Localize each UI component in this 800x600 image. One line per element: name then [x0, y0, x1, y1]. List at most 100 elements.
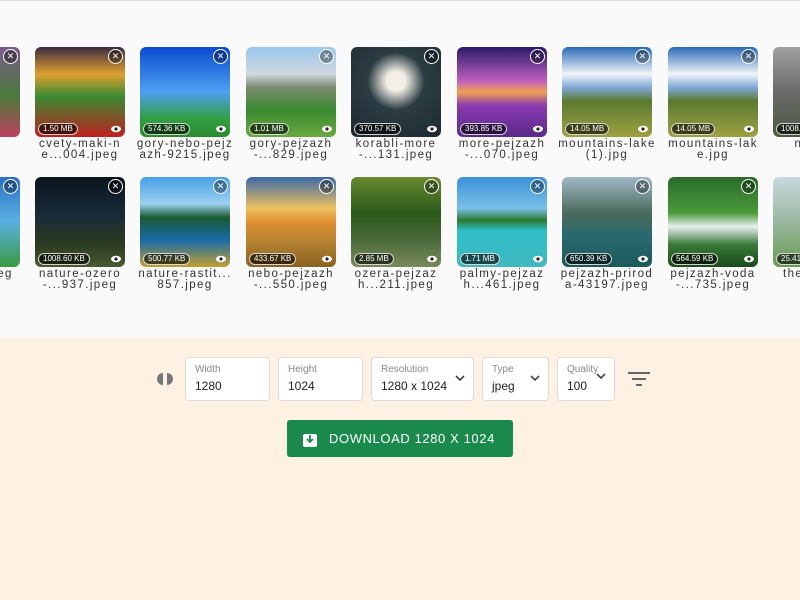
resolution-label: Resolution [381, 364, 429, 375]
image-thumbnail[interactable]: ✕ 500.77 KB [140, 177, 230, 267]
image-thumbnail[interactable]: ✕ 1008.60 KB [35, 177, 125, 267]
image-filename: pejzazh-voda-...735.jpeg [670, 268, 756, 291]
file-size-badge: 370.57 KB [354, 123, 402, 135]
file-size-badge: 433.67 KB [249, 253, 297, 265]
remove-image-icon[interactable]: ✕ [530, 49, 545, 64]
remove-image-icon[interactable]: ✕ [108, 179, 123, 194]
file-size-badge: 2.85 MB [354, 253, 394, 265]
width-input[interactable]: 1280 [195, 379, 222, 393]
height-field[interactable]: Height 1024 [278, 357, 363, 401]
preview-eye-icon[interactable] [427, 254, 437, 264]
image-thumbnail[interactable]: ✕ 650.39 KB [562, 177, 652, 267]
width-label: Width [195, 364, 221, 375]
filter-icon[interactable] [628, 371, 650, 387]
type-select[interactable]: Type jpeg [482, 357, 549, 401]
download-label: DOWNLOAD 1280 X 1024 [329, 431, 495, 446]
image-thumbnail[interactable]: ✕ [0, 47, 20, 137]
file-size-badge: 564.59 KB [671, 253, 719, 265]
image-thumbnail[interactable]: ✕ 14.05 MB [668, 47, 758, 137]
image-thumbnail[interactable]: ✕ 433.67 KB [246, 177, 336, 267]
compare-icon[interactable] [154, 373, 176, 385]
image-thumbnail[interactable]: ✕ 574.36 KB [140, 47, 230, 137]
resolution-select[interactable]: Resolution 1280 x 1024 [371, 357, 474, 401]
download-button[interactable]: DOWNLOAD 1280 X 1024 [287, 420, 513, 457]
preview-eye-icon[interactable] [322, 124, 332, 134]
image-thumbnail[interactable]: ✕ 370.57 KB [351, 47, 441, 137]
file-size-badge: 1008.60 KB [38, 253, 90, 265]
image-thumbnail[interactable]: ✕ 14.05 MB [562, 47, 652, 137]
image-filename: nebo-pejzazh-...550.jpeg [248, 268, 334, 291]
preview-eye-icon[interactable] [533, 254, 543, 264]
image-thumbnail[interactable]: ✕1008. [773, 47, 800, 137]
image-filename: nature-ozero-...937.jpeg [38, 268, 121, 291]
remove-image-icon[interactable]: ✕ [108, 49, 123, 64]
image-filename: nature-rastit...857.jpeg [138, 268, 232, 291]
type-value: jpeg [492, 379, 515, 393]
remove-image-icon[interactable]: ✕ [635, 49, 650, 64]
type-label: Type [492, 364, 514, 375]
image-filename: natu-... [769, 138, 800, 150]
remove-image-icon[interactable]: ✕ [3, 49, 18, 64]
preview-eye-icon[interactable] [111, 254, 121, 264]
download-icon [303, 433, 317, 447]
preview-eye-icon[interactable] [216, 124, 226, 134]
image-filename: gory-nebo-pejzazh-9215.jpeg [136, 138, 234, 161]
remove-image-icon[interactable]: ✕ [3, 179, 18, 194]
image-filename: pejzazh-priroda-43197.jpeg [560, 268, 654, 291]
image-thumbnail[interactable]: ✕ [0, 177, 20, 267]
quality-value: 100 [567, 379, 588, 393]
preview-eye-icon[interactable] [638, 124, 648, 134]
image-filename: palmy-pejzazh...461.jpeg [459, 268, 545, 291]
image-thumbnail[interactable]: ✕ 2.85 MB [351, 177, 441, 267]
chevron-down-icon [596, 373, 606, 380]
image-thumbnail[interactable]: ✕25.41 [773, 177, 800, 267]
preview-eye-icon[interactable] [322, 254, 332, 264]
preview-eye-icon[interactable] [533, 124, 543, 134]
image-filename: ori o-...jpeg [0, 268, 13, 280]
remove-image-icon[interactable]: ✕ [213, 49, 228, 64]
remove-image-icon[interactable]: ✕ [741, 49, 756, 64]
image-thumbnail[interactable]: ✕ 564.59 KB [668, 177, 758, 267]
width-field[interactable]: Width 1280 [185, 357, 270, 401]
image-thumbnail[interactable]: ✕ 1.01 MB [246, 47, 336, 137]
file-size-badge: 1.71 MB [460, 253, 500, 265]
image-filename: mountains-lake (1).jpg [558, 138, 656, 161]
preview-eye-icon[interactable] [216, 254, 226, 264]
quality-select[interactable]: Quality 100 [557, 357, 615, 401]
image-thumbnail[interactable]: ✕ 393.85 KB [457, 47, 547, 137]
file-size-badge: 500.77 KB [143, 253, 191, 265]
file-size-badge: 650.39 KB [565, 253, 613, 265]
remove-image-icon[interactable]: ✕ [319, 49, 334, 64]
image-filename: more-pejzazh-...070.jpeg [458, 138, 546, 161]
file-size-badge: 14.05 MB [671, 123, 716, 135]
image-filename: korabli-more-...131.jpeg [355, 138, 437, 161]
image-filename: gory-pejzazh-...829.jpeg [249, 138, 333, 161]
chevron-down-icon [530, 375, 540, 382]
file-size-badge: 1008. [776, 123, 800, 135]
preview-eye-icon[interactable] [744, 254, 754, 264]
preview-eye-icon[interactable] [111, 124, 121, 134]
remove-image-icon[interactable]: ✕ [635, 179, 650, 194]
height-input[interactable]: 1024 [288, 379, 315, 393]
chevron-down-icon [455, 375, 465, 382]
remove-image-icon[interactable]: ✕ [530, 179, 545, 194]
file-size-badge: 393.85 KB [460, 123, 508, 135]
height-label: Height [288, 364, 317, 375]
file-size-badge: 1.01 MB [249, 123, 289, 135]
remove-image-icon[interactable]: ✕ [424, 49, 439, 64]
preview-eye-icon[interactable] [427, 124, 437, 134]
image-thumbnail[interactable]: ✕ 1.50 MB [35, 47, 125, 137]
image-gallery: ✕ ery-... ✕ 1.50 MB cvety-maki-ne...004.jpeg… [0, 0, 800, 337]
image-filename: ozera-pejzazh...211.jpeg [354, 268, 438, 291]
file-size-badge: 14.05 MB [565, 123, 610, 135]
file-size-badge: 574.36 KB [143, 123, 191, 135]
remove-image-icon[interactable]: ✕ [741, 179, 756, 194]
remove-image-icon[interactable]: ✕ [319, 179, 334, 194]
remove-image-icon[interactable]: ✕ [213, 179, 228, 194]
image-thumbnail[interactable]: ✕ 1.71 MB [457, 177, 547, 267]
preview-eye-icon[interactable] [744, 124, 754, 134]
preview-eye-icon[interactable] [638, 254, 648, 264]
image-filename: the-...ld-... [783, 268, 800, 280]
remove-image-icon[interactable]: ✕ [424, 179, 439, 194]
image-filename: ery-... [0, 139, 24, 150]
